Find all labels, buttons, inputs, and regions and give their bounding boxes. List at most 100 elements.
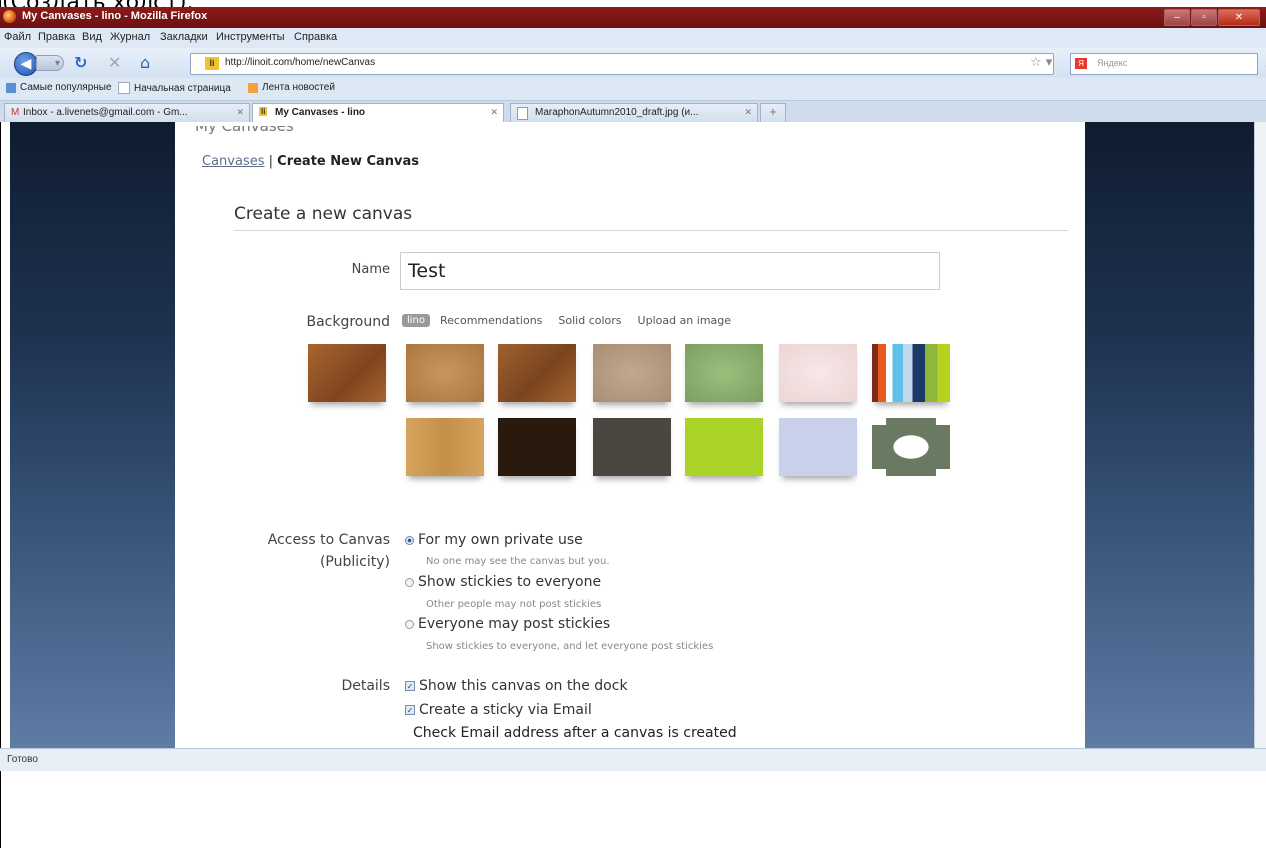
checkbox-show-on-dock[interactable]: ✓ Show this canvas on the dock xyxy=(405,678,628,694)
name-label: Name xyxy=(351,262,390,277)
background-swatch[interactable] xyxy=(685,418,763,476)
window-titlebar: My Canvases - lino - Mozilla Firefox – ▫… xyxy=(0,7,1266,28)
tab-close-icon[interactable]: ✕ xyxy=(236,107,244,118)
background-swatch[interactable] xyxy=(593,344,671,402)
access-sublabel: (Publicity) xyxy=(319,554,390,570)
stop-icon[interactable]: ✕ xyxy=(108,54,121,72)
bookmark-label: Лента новостей xyxy=(262,82,335,93)
tab-label: My Canvases - lino xyxy=(275,107,366,118)
close-window-button[interactable]: ✕ xyxy=(1218,9,1260,26)
background-tabs: lino Recommendations Solid colors Upload… xyxy=(402,314,747,327)
radio-label: For my own private use xyxy=(418,532,583,548)
page-title-cut: My Canvases xyxy=(195,126,294,134)
bg-tab-solid-colors[interactable]: Solid colors xyxy=(558,314,621,327)
radio-label: Everyone may post stickies xyxy=(418,616,611,632)
radio-label: Show stickies to everyone xyxy=(418,574,602,590)
background-swatch[interactable] xyxy=(498,418,576,476)
menu-history[interactable]: Журнал xyxy=(110,31,150,43)
background-swatch[interactable] xyxy=(406,344,484,402)
page-icon xyxy=(517,107,528,120)
radio-icon[interactable] xyxy=(405,577,414,587)
bookmark-label: Самые популярные xyxy=(20,82,112,93)
radio-hint: No one may see the canvas but you. xyxy=(426,556,610,567)
menu-bar: Файл Правка Вид Журнал Закладки Инструме… xyxy=(0,28,1266,48)
tab-label: MaraphonAutumn2010_draft.jpg (и... xyxy=(535,107,699,118)
forward-button[interactable]: ▾ xyxy=(36,55,64,71)
radio-private[interactable]: For my own private use xyxy=(405,532,583,548)
radio-selected-icon[interactable] xyxy=(405,535,414,545)
background-swatch[interactable] xyxy=(593,418,671,476)
search-engine-icon[interactable]: Я xyxy=(1075,58,1087,69)
email-note: Check Email address after a canvas is cr… xyxy=(413,725,737,741)
tab-image[interactable]: MaraphonAutumn2010_draft.jpg (и... ✕ xyxy=(510,103,758,122)
radio-show-stickies[interactable]: Show stickies to everyone xyxy=(405,574,601,590)
background-swatch[interactable] xyxy=(685,344,763,402)
background-swatch[interactable] xyxy=(308,344,386,402)
menu-view[interactable]: Вид xyxy=(82,31,102,43)
bg-tab-upload-image[interactable]: Upload an image xyxy=(638,314,732,327)
checkbox-checked-icon[interactable]: ✓ xyxy=(405,681,415,691)
menu-file[interactable]: Файл xyxy=(4,31,31,43)
reload-icon[interactable]: ↻ xyxy=(74,54,87,72)
new-tab-button[interactable]: + xyxy=(760,103,786,122)
background-swatch[interactable] xyxy=(406,418,484,476)
background-swatch[interactable] xyxy=(498,344,576,402)
background-swatch[interactable] xyxy=(872,344,950,402)
bookmark-start-page[interactable]: Начальная страница xyxy=(118,82,231,94)
maximize-button[interactable]: ▫ xyxy=(1191,9,1217,26)
firefox-logo-icon xyxy=(3,10,16,23)
background-swatch[interactable] xyxy=(779,418,857,476)
status-text: Готово xyxy=(7,754,38,765)
radio-everyone-post[interactable]: Everyone may post stickies xyxy=(405,616,610,632)
heading-divider xyxy=(234,230,1068,231)
address-bar[interactable]: li http://linoit.com/home/newCanvas xyxy=(190,53,1054,75)
minimize-button[interactable]: – xyxy=(1164,9,1190,26)
lino-favicon-icon: li xyxy=(259,107,268,116)
page-heading: Create a new canvas xyxy=(234,204,413,224)
tab-label: Inbox - a.livenets@gmail.com - Gm... xyxy=(23,107,188,118)
menu-tools[interactable]: Инструменты xyxy=(216,31,285,43)
bg-tab-recommendations[interactable]: Recommendations xyxy=(440,314,542,327)
tab-strip: M Inbox - a.livenets@gmail.com - Gm... ✕… xyxy=(0,101,1266,123)
page-viewport: My Canvases Canvases | Create New Canvas… xyxy=(10,122,1266,748)
checkbox-sticky-email[interactable]: ✓ Create a sticky via Email xyxy=(405,702,592,718)
checkbox-checked-icon[interactable]: ✓ xyxy=(405,705,415,715)
background-swatch[interactable] xyxy=(872,418,950,476)
name-input[interactable]: Test xyxy=(400,252,940,290)
search-placeholder: Яндекс xyxy=(1097,58,1128,68)
back-button[interactable]: ◀ xyxy=(14,52,38,76)
navigation-toolbar: ◀ ▾ ↻ ✕ ⌂ li http://linoit.com/home/newC… xyxy=(0,48,1266,78)
background-label: Background xyxy=(306,314,390,330)
site-favicon-icon: li xyxy=(205,57,219,70)
checkbox-label: Show this canvas on the dock xyxy=(419,678,628,694)
access-label: Access to Canvas xyxy=(267,532,390,548)
radio-icon[interactable] xyxy=(405,619,414,629)
breadcrumb: Canvases | Create New Canvas xyxy=(202,154,419,169)
vertical-scrollbar[interactable] xyxy=(1254,122,1266,748)
bookmark-news-feed[interactable]: Лента новостей xyxy=(248,82,335,93)
checkbox-label: Create a sticky via Email xyxy=(419,702,592,718)
breadcrumb-canvases-link[interactable]: Canvases xyxy=(202,154,265,169)
tab-my-canvases[interactable]: li My Canvases - lino ✕ xyxy=(252,103,504,123)
menu-edit[interactable]: Правка xyxy=(38,31,75,43)
home-icon[interactable]: ⌂ xyxy=(140,54,150,72)
search-box[interactable]: Я Яндекс ⌕ xyxy=(1070,53,1266,75)
gmail-icon: M xyxy=(11,107,20,118)
bookmarks-toolbar: Самые популярные Начальная страница Лент… xyxy=(0,78,1266,101)
bookmark-label: Начальная страница xyxy=(134,82,231,94)
window-controls: – ▫ ✕ xyxy=(1163,9,1260,26)
bookmark-star-icon[interactable]: ☆ ▾ xyxy=(1030,55,1052,70)
bg-tab-lino[interactable]: lino xyxy=(402,314,431,327)
radio-hint: Show stickies to everyone, and let every… xyxy=(426,641,714,652)
tab-close-icon[interactable]: ✕ xyxy=(744,107,752,118)
breadcrumb-current: Create New Canvas xyxy=(277,154,420,169)
menu-bookmarks[interactable]: Закладки xyxy=(160,31,208,43)
url-text[interactable]: http://linoit.com/home/newCanvas xyxy=(225,57,375,68)
menu-help[interactable]: Справка xyxy=(294,31,337,43)
tab-close-icon[interactable]: ✕ xyxy=(490,107,498,118)
bookmark-most-visited[interactable]: Самые популярные xyxy=(6,82,112,93)
background-swatch[interactable] xyxy=(779,344,857,402)
details-label: Details xyxy=(341,678,390,694)
status-bar: Готово xyxy=(0,748,1266,771)
tab-inbox[interactable]: M Inbox - a.livenets@gmail.com - Gm... ✕ xyxy=(4,103,250,122)
